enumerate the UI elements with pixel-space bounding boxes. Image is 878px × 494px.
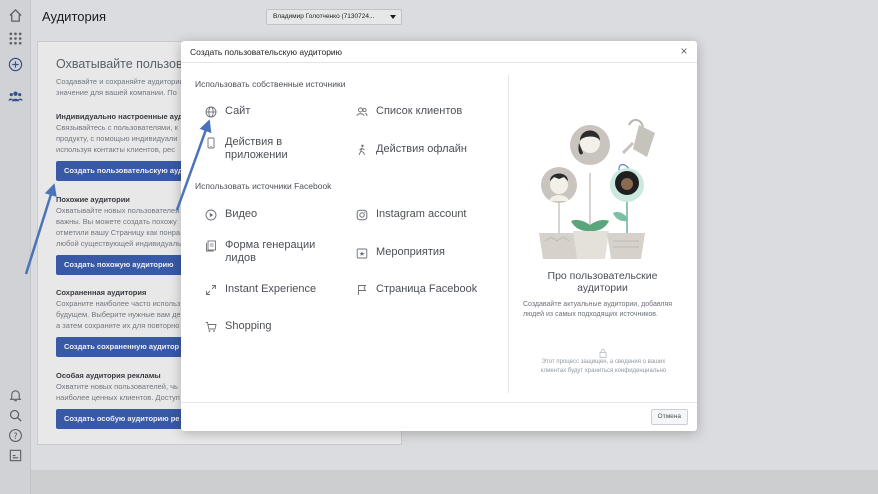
option-label: Instagram account [376, 208, 467, 220]
option-label: Сайт [225, 105, 251, 117]
option-label: Instant Experience [225, 283, 317, 295]
option-lead-form[interactable]: Форма генерации лидов [205, 239, 325, 265]
option-label: Список клиентов [376, 105, 463, 117]
option-label: Видео [225, 208, 258, 220]
cart-icon [205, 321, 217, 333]
privacy-note: Этот процесс защищен, а сведения о ваших… [540, 359, 667, 374]
option-offline-activity[interactable]: Действия офлайн [356, 143, 467, 156]
option-app-activity[interactable]: Действия в приложении [205, 136, 325, 162]
play-icon [205, 209, 217, 221]
option-label: Форма генерации лидов [225, 239, 316, 264]
group-own-sources: Использовать собственные источники [195, 79, 346, 89]
audience-illustration [539, 119, 655, 259]
expand-icon [205, 284, 217, 296]
option-video[interactable]: Видео [205, 208, 257, 221]
option-facebook-page[interactable]: Страница Facebook [356, 283, 477, 296]
instagram-icon [356, 209, 368, 221]
option-label: Действия в приложении [225, 136, 288, 161]
option-shopping[interactable]: Shopping [205, 320, 272, 333]
option-events[interactable]: Мероприятия [356, 246, 445, 259]
close-icon[interactable]: × [677, 44, 691, 58]
dialog-header: Создать пользовательскую аудиторию × [181, 41, 697, 63]
flag-icon [356, 284, 368, 296]
dialog-title: Создать пользовательскую аудиторию [190, 47, 343, 57]
option-label: Действия офлайн [376, 143, 467, 155]
about-heading: Про пользовательские аудитории [547, 270, 658, 294]
dialog-footer: Отмена [181, 402, 697, 431]
about-description: Создавайте актуальные аудитории, добавля… [523, 301, 673, 318]
option-instagram-account[interactable]: Instagram account [356, 208, 467, 221]
people-icon [356, 106, 368, 118]
panel-divider [508, 75, 509, 393]
calendar-star-icon [356, 247, 368, 259]
option-website[interactable]: Сайт [205, 105, 250, 118]
form-icon [205, 240, 217, 252]
option-customer-list[interactable]: Список клиентов [356, 105, 462, 118]
option-label: Shopping [225, 320, 272, 332]
option-label: Мероприятия [376, 246, 445, 258]
group-facebook-sources: Использовать источники Facebook [195, 181, 332, 191]
phone-icon [205, 137, 217, 149]
option-label: Страница Facebook [376, 283, 478, 295]
option-instant-experience[interactable]: Instant Experience [205, 283, 316, 296]
cancel-button[interactable]: Отмена [650, 409, 688, 425]
person-walk-icon [356, 144, 368, 156]
lock-icon [598, 345, 608, 358]
globe-icon [205, 106, 217, 118]
create-custom-audience-dialog: Создать пользовательскую аудиторию × Исп… [181, 41, 697, 431]
